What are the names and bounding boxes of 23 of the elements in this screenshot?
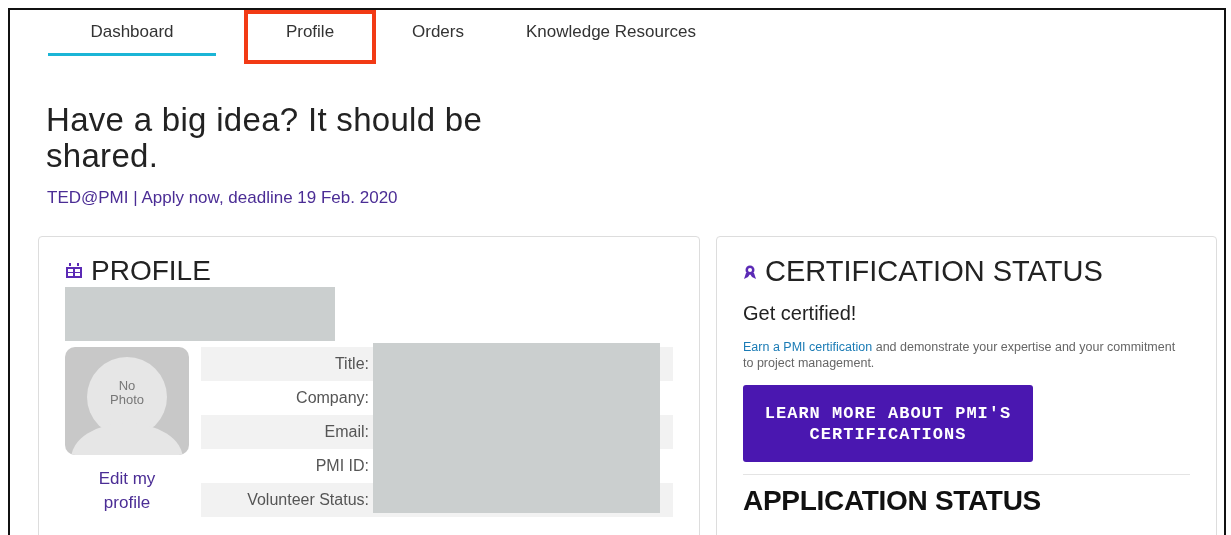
nav-tab[interactable]: Profile xyxy=(244,10,376,64)
field-label: Volunteer Status: xyxy=(246,491,369,509)
field-label: Company: xyxy=(295,389,369,407)
nav-tab[interactable]: Orders xyxy=(382,10,494,56)
section-title: APPLICATION STATUS xyxy=(743,485,1042,517)
edit-profile-link[interactable]: Edit my profile xyxy=(87,467,167,515)
ribbon-icon xyxy=(743,264,757,279)
nav-tab[interactable]: Dashboard xyxy=(48,10,216,56)
description: Earn a PMI certification and demonstrate your expertise and your commitment to project management. xyxy=(743,339,1177,371)
card-title: PROFILE xyxy=(91,255,211,287)
card-title: CERTIFICATION STATUS xyxy=(765,255,1103,288)
field-label: PMI ID: xyxy=(314,457,369,475)
promo-link[interactable]: TED@PMI | Apply now, deadline 19 Feb. 2020 xyxy=(47,188,1224,208)
learn-more-button[interactable]: LEARN MORE ABOUT PMI'S CERTIFICATIONS xyxy=(743,385,1033,462)
field-label: Email: xyxy=(323,423,369,441)
id-card-icon xyxy=(65,263,83,279)
headline: Have a big idea? It should be shared. xyxy=(46,102,484,174)
field-label: Title: xyxy=(333,355,369,373)
subtitle: Get certified! xyxy=(743,302,858,325)
certification-link[interactable]: Earn a PMI certification xyxy=(743,340,873,354)
person-silhouette-icon xyxy=(71,357,183,455)
nav-tab[interactable]: Knowledge Resources xyxy=(498,10,724,56)
photo-label: No Photo xyxy=(109,379,145,407)
